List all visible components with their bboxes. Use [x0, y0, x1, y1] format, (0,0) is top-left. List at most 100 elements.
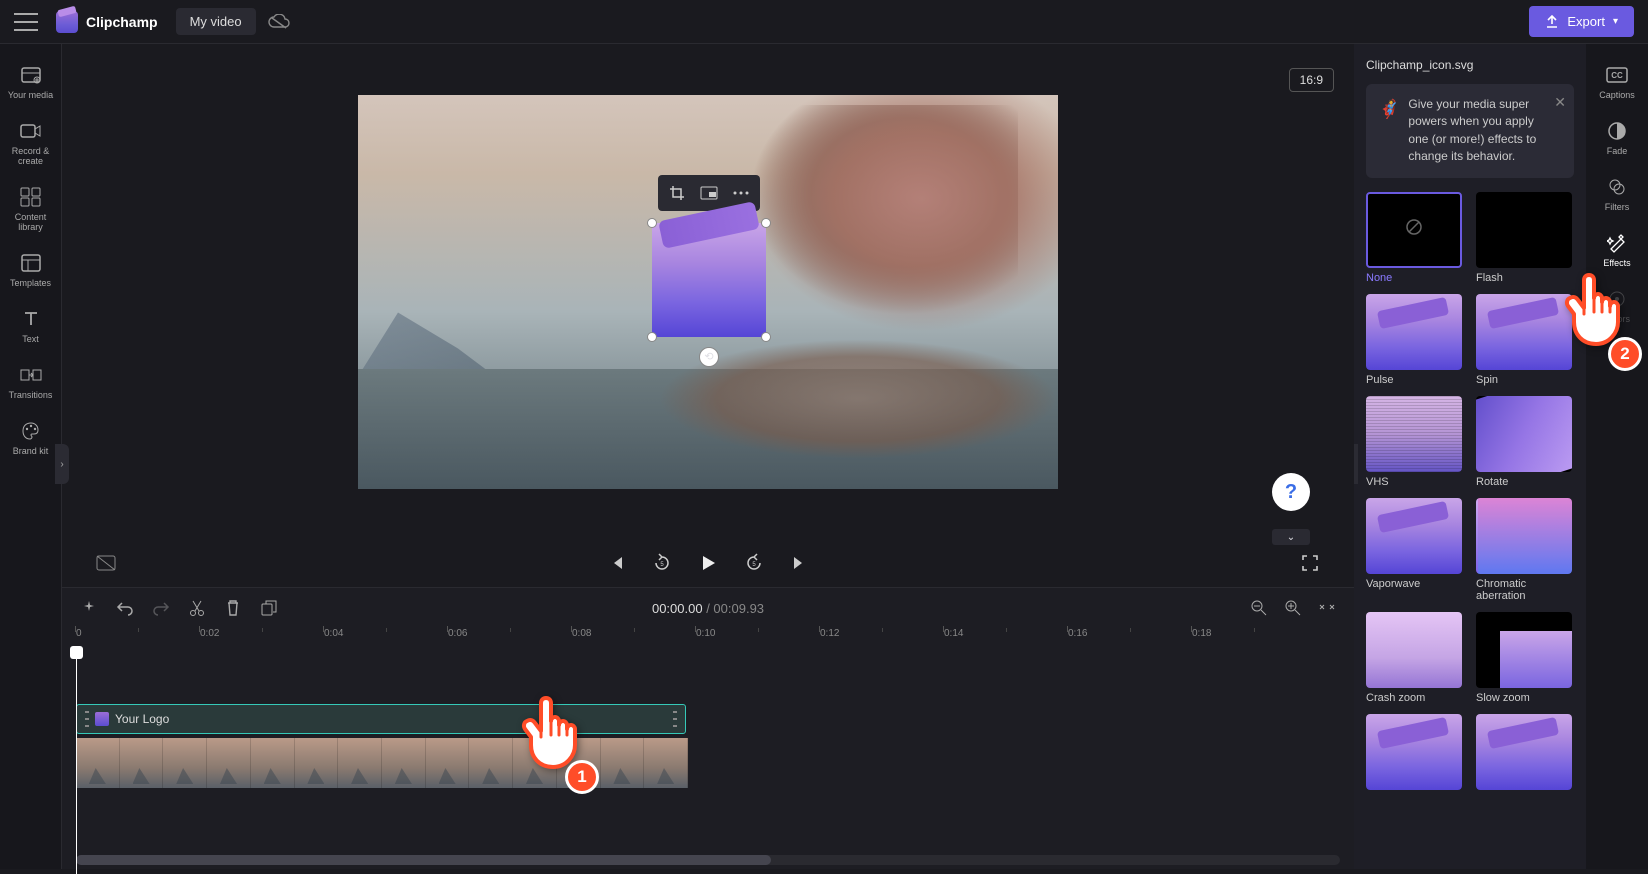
hamburger-menu-icon[interactable] [14, 13, 38, 31]
effect-item[interactable] [1366, 714, 1464, 794]
ruler-tick: 0:02 [200, 628, 219, 639]
effect-item[interactable] [1476, 714, 1574, 794]
upload-icon [1545, 15, 1559, 29]
svg-text:5: 5 [752, 562, 756, 568]
brand[interactable]: Clipchamp [56, 11, 158, 33]
effect-spin[interactable]: Spin [1476, 294, 1574, 386]
resize-handle[interactable] [761, 332, 771, 342]
hide-overlays-icon[interactable] [92, 549, 120, 577]
effects-icon [1604, 232, 1630, 254]
pip-icon[interactable] [694, 179, 724, 207]
fit-icon[interactable] [1316, 597, 1338, 619]
crop-icon[interactable] [662, 179, 692, 207]
sidebar-your-media[interactable]: Your media [0, 54, 61, 110]
fullscreen-icon[interactable] [1296, 549, 1324, 577]
effect-thumb [1366, 396, 1462, 472]
logo-clip[interactable]: Your Logo [76, 704, 686, 734]
delete-icon[interactable] [222, 597, 244, 619]
tip-text: Give your media super powers when you ap… [1408, 96, 1546, 166]
forward-icon[interactable]: 5 [740, 549, 768, 577]
clip-handle-left[interactable] [85, 711, 89, 727]
effect-rotate[interactable]: Rotate [1476, 396, 1574, 488]
timeline-ruler[interactable]: 00:020:040:060:080:100:120:140:160:18 [62, 628, 1354, 654]
transitions-icon [18, 364, 44, 386]
rail-effects[interactable]: Effects [1586, 222, 1648, 278]
library-icon [18, 186, 44, 208]
sidebar-text[interactable]: Text [0, 298, 61, 354]
effect-chromatic-aberration[interactable]: Chromatic aberration [1476, 498, 1574, 602]
clip-handle-right[interactable] [673, 711, 677, 727]
sidebar-record-create[interactable]: Record & create [0, 110, 61, 176]
ruler-tick: 0:16 [1068, 628, 1087, 639]
ruler-tick: 0:04 [324, 628, 343, 639]
timeline-scrollbar[interactable] [76, 855, 1340, 865]
sidebar-transitions[interactable]: Transitions [0, 354, 61, 410]
aspect-ratio-badge[interactable]: 16:9 [1289, 68, 1334, 92]
effect-none[interactable]: None [1366, 192, 1464, 284]
duplicate-icon[interactable] [258, 597, 280, 619]
resize-handle[interactable] [647, 332, 657, 342]
ruler-tick: 0:18 [1192, 628, 1211, 639]
skip-forward-icon[interactable] [786, 549, 814, 577]
effect-flash[interactable]: Flash [1476, 192, 1574, 284]
split-icon[interactable] [186, 597, 208, 619]
effect-crash-zoom[interactable]: Crash zoom [1366, 612, 1464, 704]
export-button[interactable]: Export ▾ [1529, 6, 1634, 37]
svg-text:5: 5 [660, 562, 664, 568]
rail-colors[interactable]: Colors [1586, 278, 1648, 334]
captions-icon: CC [1604, 64, 1630, 86]
effect-slow-zoom[interactable]: Slow zoom [1476, 612, 1574, 704]
effect-thumb [1366, 294, 1462, 370]
rail-filters[interactable]: Filters [1586, 166, 1648, 222]
playback-controls: 5 5 [62, 539, 1354, 587]
effect-label: Spin [1476, 374, 1574, 386]
project-name-input[interactable]: My video [176, 8, 256, 35]
effect-vaporwave[interactable]: Vaporwave [1366, 498, 1464, 602]
record-icon [18, 120, 44, 142]
chevron-down-icon: ▾ [1613, 16, 1618, 27]
rewind-icon[interactable]: 5 [648, 549, 676, 577]
effect-thumb [1366, 612, 1462, 688]
brand-name: Clipchamp [86, 14, 158, 30]
effect-thumb [1366, 192, 1462, 268]
effect-vhs[interactable]: VHS [1366, 396, 1464, 488]
resize-handle[interactable] [761, 218, 771, 228]
ruler-tick: 0:10 [696, 628, 715, 639]
preview-canvas[interactable]: ⟲ [358, 95, 1058, 489]
rail-fade[interactable]: Fade [1586, 110, 1648, 166]
cloud-sync-icon[interactable] [268, 14, 290, 30]
rotate-handle[interactable]: ⟲ [699, 347, 719, 367]
resize-handle[interactable] [647, 218, 657, 228]
effect-thumb [1476, 294, 1572, 370]
effect-label: VHS [1366, 476, 1464, 488]
help-button[interactable]: ? [1272, 473, 1310, 511]
rail-captions[interactable]: CC Captions [1586, 54, 1648, 110]
effect-label: Slow zoom [1476, 692, 1574, 704]
magic-icon[interactable] [78, 597, 100, 619]
effect-label: Vaporwave [1366, 578, 1464, 590]
scrollbar-thumb[interactable] [76, 855, 771, 865]
left-sidebar: Your media Record & create Content libra… [0, 44, 62, 869]
ruler-tick: 0:08 [572, 628, 591, 639]
collapse-panel-icon[interactable]: › [1354, 444, 1358, 484]
clip-thumb-icon [95, 712, 109, 726]
selected-media-overlay[interactable]: ⟲ [652, 223, 766, 337]
redo-icon[interactable] [150, 597, 172, 619]
timeline-tracks[interactable]: Your Logo [62, 654, 1354, 802]
video-clip[interactable] [76, 738, 688, 788]
zoom-in-icon[interactable] [1282, 597, 1304, 619]
preview-area: 16:9 ⟲ [62, 44, 1354, 539]
undo-icon[interactable] [114, 597, 136, 619]
sidebar-templates[interactable]: Templates [0, 242, 61, 298]
close-icon[interactable]: ✕ [1554, 92, 1566, 112]
effect-thumb [1366, 714, 1462, 790]
templates-icon [18, 252, 44, 274]
zoom-out-icon[interactable] [1248, 597, 1270, 619]
sidebar-brand-kit[interactable]: Brand kit [0, 410, 61, 466]
effect-pulse[interactable]: Pulse [1366, 294, 1464, 386]
sidebar-content-library[interactable]: Content library [0, 176, 61, 242]
playhead[interactable] [76, 654, 77, 874]
timeline-toolbar: 00:00.00 / 00:09.93 [62, 588, 1354, 628]
clipchamp-logo-icon [652, 223, 766, 337]
play-button[interactable] [694, 549, 722, 577]
